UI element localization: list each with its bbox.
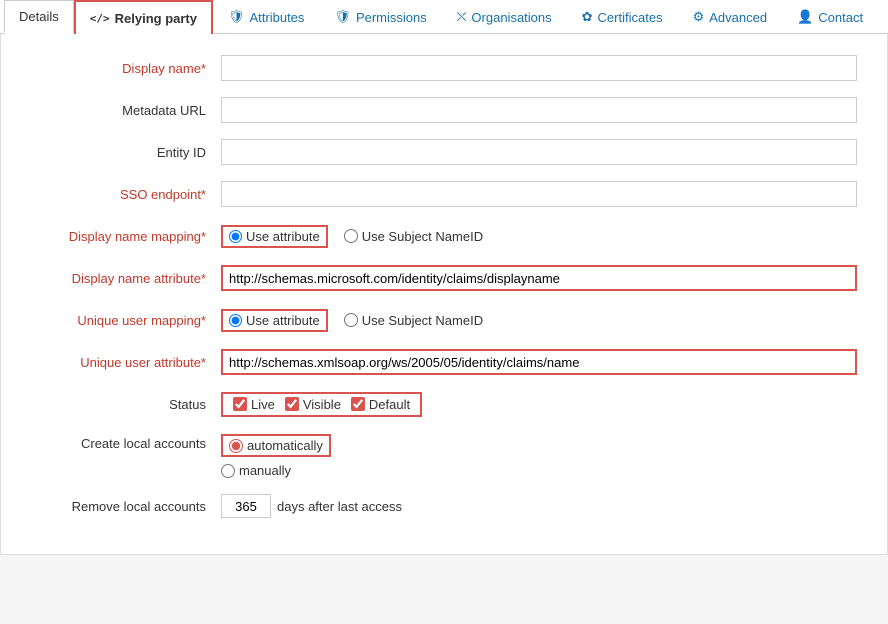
entity-id-input[interactable] bbox=[221, 139, 857, 165]
display-name-mapping-nameid-option: Use Subject NameID bbox=[344, 229, 483, 244]
attributes-icon: 🛡 bbox=[228, 9, 245, 25]
advanced-icon: ⚙ bbox=[693, 9, 705, 25]
remove-days-suffix: days after last access bbox=[277, 499, 402, 514]
remove-local-accounts-row: Remove local accounts days after last ac… bbox=[21, 492, 857, 520]
status-default-option: Default bbox=[351, 397, 410, 412]
display-name-label: Display name* bbox=[21, 61, 221, 76]
tab-details-label: Details bbox=[19, 9, 59, 24]
unique-user-attribute-input[interactable] bbox=[221, 349, 857, 375]
tab-contact[interactable]: 👤 Contact bbox=[782, 0, 878, 33]
create-local-auto-radio[interactable] bbox=[229, 439, 243, 453]
display-name-attribute-row: Display name attribute* bbox=[21, 264, 857, 292]
entity-id-row: Entity ID bbox=[21, 138, 857, 166]
certificates-icon: ✿ bbox=[582, 9, 593, 25]
tab-certificates-label: Certificates bbox=[598, 10, 663, 25]
unique-user-mapping-label: Unique user mapping* bbox=[21, 313, 221, 328]
permissions-icon: 🛡 bbox=[334, 9, 351, 25]
create-local-manual-radio[interactable] bbox=[221, 464, 235, 478]
sso-endpoint-label: SSO endpoint* bbox=[21, 187, 221, 202]
tab-organisations[interactable]: ⛌ Organisations bbox=[442, 0, 567, 33]
status-label: Status bbox=[21, 397, 221, 412]
display-name-row: Display name* bbox=[21, 54, 857, 82]
unique-user-mapping-nameid-radio[interactable] bbox=[344, 313, 358, 327]
status-visible-label[interactable]: Visible bbox=[303, 397, 341, 412]
tab-contact-label: Contact bbox=[818, 10, 863, 25]
unique-user-mapping-row: Unique user mapping* Use attribute Use S… bbox=[21, 306, 857, 334]
create-local-manual-option: manually bbox=[221, 463, 331, 478]
entity-id-label: Entity ID bbox=[21, 145, 221, 160]
tab-details[interactable]: Details bbox=[4, 0, 74, 34]
create-local-accounts-group: automatically manually bbox=[221, 434, 331, 478]
display-name-mapping-row: Display name mapping* Use attribute Use … bbox=[21, 222, 857, 250]
display-name-mapping-attr-radio[interactable] bbox=[229, 230, 242, 243]
remove-local-accounts-group: days after last access bbox=[221, 494, 402, 518]
remove-local-accounts-label: Remove local accounts bbox=[21, 499, 221, 514]
tab-permissions[interactable]: 🛡 Permissions bbox=[319, 0, 441, 33]
sso-endpoint-input[interactable] bbox=[221, 181, 857, 207]
status-default-label[interactable]: Default bbox=[369, 397, 410, 412]
unique-user-mapping-attr-label[interactable]: Use attribute bbox=[246, 313, 320, 328]
tab-attributes-label: Attributes bbox=[250, 10, 305, 25]
create-local-accounts-row: Create local accounts automatically manu… bbox=[21, 432, 857, 478]
relying-party-icon: </> bbox=[90, 12, 110, 25]
create-local-auto-option: automatically bbox=[221, 434, 331, 457]
contact-icon: 👤 bbox=[797, 9, 813, 25]
display-name-mapping-use-attr-container: Use attribute bbox=[221, 225, 328, 248]
display-name-attribute-label: Display name attribute* bbox=[21, 271, 221, 286]
metadata-url-row: Metadata URL bbox=[21, 96, 857, 124]
unique-user-mapping-nameid-label[interactable]: Use Subject NameID bbox=[362, 313, 483, 328]
unique-user-mapping-nameid-option: Use Subject NameID bbox=[344, 313, 483, 328]
display-name-mapping-label: Display name mapping* bbox=[21, 229, 221, 244]
unique-user-mapping-attr-radio[interactable] bbox=[229, 314, 242, 327]
status-live-option: Live bbox=[233, 397, 275, 412]
status-visible-checkbox[interactable] bbox=[285, 397, 299, 411]
display-name-mapping-attr-label[interactable]: Use attribute bbox=[246, 229, 320, 244]
status-visible-option: Visible bbox=[285, 397, 341, 412]
tab-organisations-label: Organisations bbox=[471, 10, 551, 25]
form-content: Display name* Metadata URL Entity ID SSO… bbox=[0, 34, 888, 555]
remove-days-input[interactable] bbox=[221, 494, 271, 518]
status-live-label[interactable]: Live bbox=[251, 397, 275, 412]
display-name-input[interactable] bbox=[221, 55, 857, 81]
tab-advanced-label: Advanced bbox=[709, 10, 767, 25]
create-local-accounts-label: Create local accounts bbox=[21, 434, 221, 451]
tab-certificates[interactable]: ✿ Certificates bbox=[567, 0, 678, 33]
unique-user-mapping-use-attr-container: Use attribute bbox=[221, 309, 328, 332]
display-name-mapping-nameid-label[interactable]: Use Subject NameID bbox=[362, 229, 483, 244]
unique-user-attribute-row: Unique user attribute* bbox=[21, 348, 857, 376]
create-local-auto-label[interactable]: automatically bbox=[247, 438, 323, 453]
unique-user-attribute-label: Unique user attribute* bbox=[21, 355, 221, 370]
display-name-mapping-nameid-radio[interactable] bbox=[344, 229, 358, 243]
status-default-checkbox[interactable] bbox=[351, 397, 365, 411]
tab-relying-party-label: Relying party bbox=[115, 11, 197, 26]
organisations-icon: ⛌ bbox=[457, 9, 467, 25]
display-name-attribute-input[interactable] bbox=[221, 265, 857, 291]
metadata-url-label: Metadata URL bbox=[21, 103, 221, 118]
tab-permissions-label: Permissions bbox=[356, 10, 427, 25]
tab-advanced[interactable]: ⚙ Advanced bbox=[678, 0, 782, 33]
tab-attributes[interactable]: 🛡 Attributes bbox=[213, 0, 319, 33]
status-checkbox-group: Live Visible Default bbox=[221, 392, 422, 417]
metadata-url-input[interactable] bbox=[221, 97, 857, 123]
unique-user-mapping-group: Use attribute Use Subject NameID bbox=[221, 309, 483, 332]
status-row: Status Live Visible Default bbox=[21, 390, 857, 418]
status-live-checkbox[interactable] bbox=[233, 397, 247, 411]
sso-endpoint-row: SSO endpoint* bbox=[21, 180, 857, 208]
create-local-auto-container: automatically bbox=[221, 434, 331, 457]
display-name-mapping-group: Use attribute Use Subject NameID bbox=[221, 225, 483, 248]
tab-bar: Details </> Relying party 🛡 Attributes 🛡… bbox=[0, 0, 888, 34]
create-local-manual-label[interactable]: manually bbox=[239, 463, 291, 478]
tab-relying-party[interactable]: </> Relying party bbox=[74, 0, 213, 34]
